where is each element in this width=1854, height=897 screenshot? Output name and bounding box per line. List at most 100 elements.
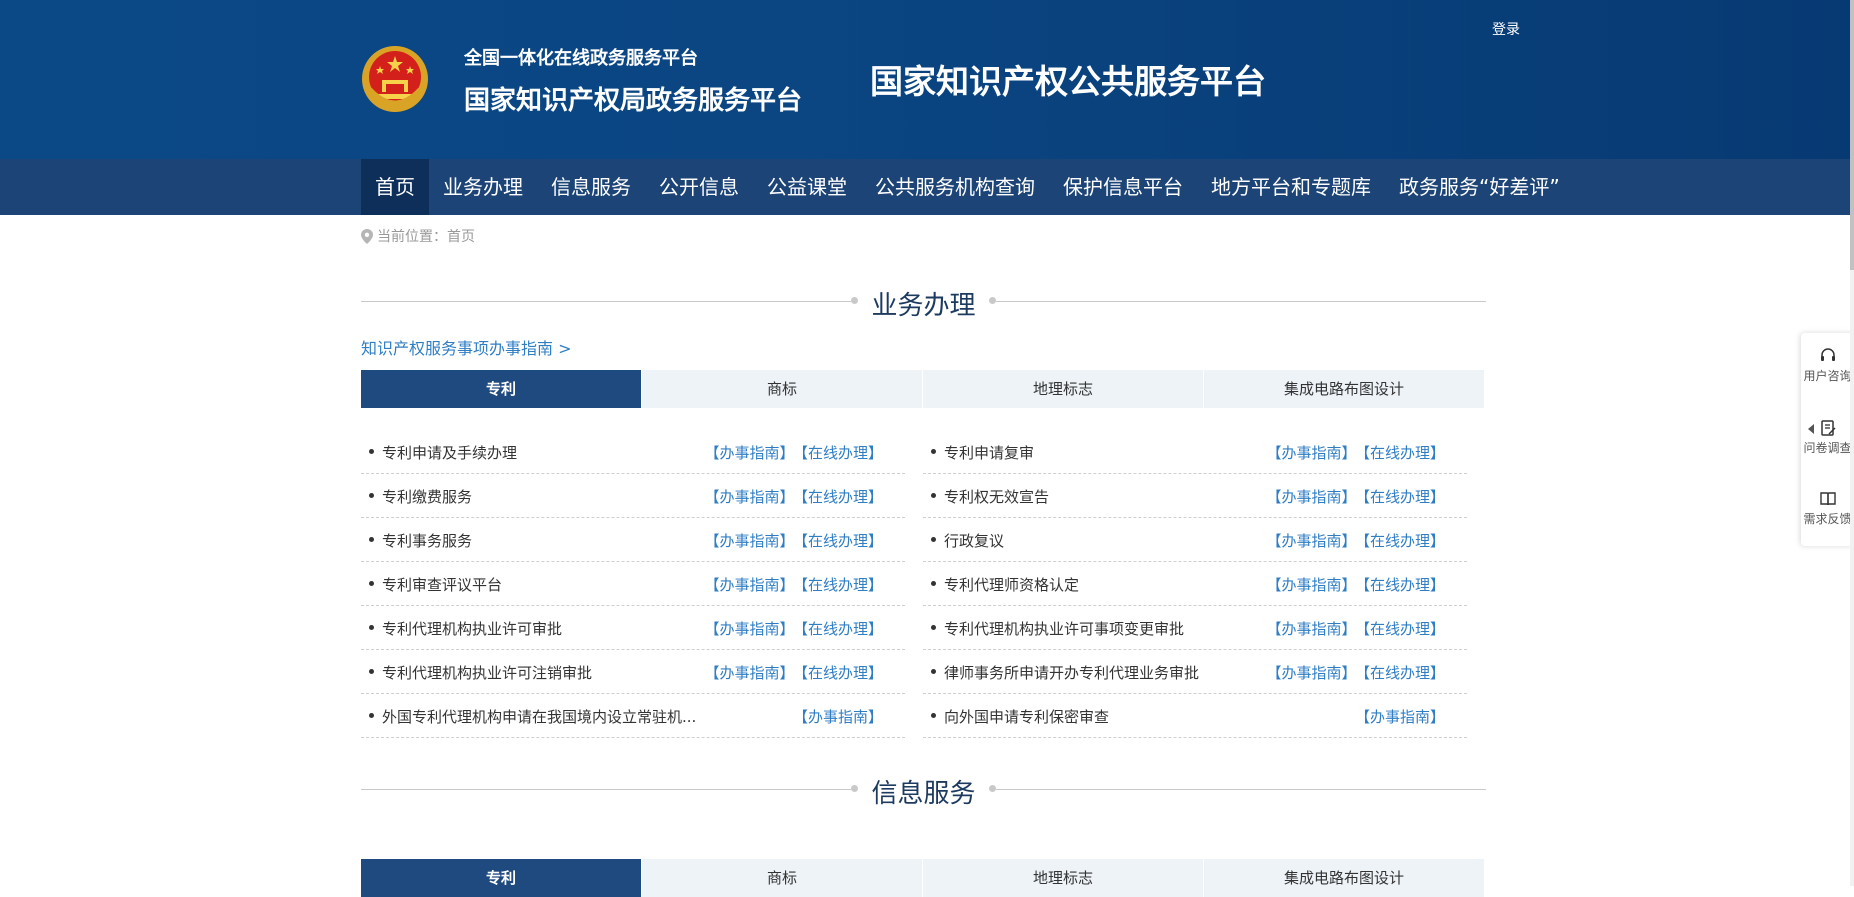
bullet: [931, 493, 936, 498]
online-link[interactable]: 【在线办理】: [1362, 532, 1445, 550]
business-list-right: 专利申请复审 【办事指南】 【在线办理】 专利权无效宣告 【办事指南】 【在线办理】…: [923, 430, 1467, 738]
tab-trademark[interactable]: 商标: [642, 370, 922, 408]
breadcrumb-text: 当前位置：首页: [377, 229, 475, 245]
bullet: [931, 581, 936, 586]
service-name[interactable]: 专利代理机构执业许可注销审批: [382, 662, 592, 683]
business-tabs: 专利 商标 地理标志 集成电路布图设计: [361, 370, 1486, 408]
info-tabs: 专利 商标 地理标志 集成电路布图设计: [361, 859, 1486, 897]
brand-subtitle: 全国一体化在线政务服务平台: [464, 48, 698, 69]
info-section-header: 信息服务: [361, 769, 1486, 809]
nav-item-protection[interactable]: 保护信息平台: [1049, 159, 1197, 215]
bullet: [931, 537, 936, 542]
nav-item-business[interactable]: 业务办理: [429, 159, 537, 215]
tab-ic-layout[interactable]: 集成电路布图设计: [1204, 859, 1484, 897]
bullet: [369, 581, 374, 586]
guide-link[interactable]: 【办事指南】: [704, 444, 794, 462]
tab-geo-indication[interactable]: 地理标志: [923, 370, 1203, 408]
bullet: [931, 669, 936, 674]
guide-link[interactable]: 【办事指南】: [793, 708, 883, 726]
tab-trademark[interactable]: 商标: [642, 859, 922, 897]
service-name[interactable]: 专利权无效宣告: [944, 486, 1049, 507]
nav-item-agency-query[interactable]: 公共服务机构查询: [861, 159, 1049, 215]
side-item-label: 需求反馈: [1803, 512, 1852, 526]
side-item-consult[interactable]: 用户咨询: [1801, 347, 1854, 384]
tab-patent[interactable]: 专利: [361, 859, 641, 897]
guide-link[interactable]: 【办事指南】: [1266, 664, 1356, 682]
guide-link[interactable]: 【办事指南】: [704, 576, 794, 594]
online-link[interactable]: 【在线办理】: [1362, 664, 1445, 682]
bullet: [931, 449, 936, 454]
online-link[interactable]: 【在线办理】: [800, 532, 883, 550]
guide-link[interactable]: 【办事指南】: [704, 488, 794, 506]
service-name[interactable]: 向外国申请专利保密审查: [944, 706, 1109, 727]
main-nav: 首页 业务办理 信息服务 公开信息 公益课堂 公共服务机构查询 保护信息平台 地…: [0, 159, 1850, 215]
survey-icon: [1820, 420, 1836, 436]
online-link[interactable]: 【在线办理】: [1362, 620, 1445, 638]
bullet: [369, 625, 374, 630]
list-item: 专利审查评议平台 【办事指南】 【在线办理】: [361, 562, 905, 606]
service-name[interactable]: 专利代理机构执业许可审批: [382, 618, 562, 639]
tab-patent[interactable]: 专利: [361, 370, 641, 408]
service-name[interactable]: 专利代理师资格认定: [944, 574, 1079, 595]
online-link[interactable]: 【在线办理】: [1362, 444, 1445, 462]
guide-link[interactable]: 【办事指南】: [1266, 444, 1356, 462]
bullet: [931, 625, 936, 630]
guide-link[interactable]: 【办事指南】: [1266, 532, 1356, 550]
guide-link[interactable]: 【办事指南】: [1355, 708, 1445, 726]
national-emblem-icon: [362, 46, 428, 112]
scrollbar-thumb[interactable]: [1850, 0, 1854, 270]
nav-item-local-platform[interactable]: 地方平台和专题库: [1197, 159, 1385, 215]
list-item: 专利权无效宣告 【办事指南】 【在线办理】: [923, 474, 1467, 518]
guide-link[interactable]: 【办事指南】: [1266, 576, 1356, 594]
service-name[interactable]: 律师事务所申请开办专利代理业务审批: [944, 662, 1199, 683]
service-name[interactable]: 外国专利代理机构申请在我国境内设立常驻机...: [382, 706, 696, 727]
list-item: 专利申请复审 【办事指南】 【在线办理】: [923, 430, 1467, 474]
guide-link[interactable]: 【办事指南】: [704, 664, 794, 682]
online-link[interactable]: 【在线办理】: [1362, 576, 1445, 594]
service-name[interactable]: 专利申请复审: [944, 442, 1034, 463]
headset-icon: [1820, 348, 1835, 361]
tab-geo-indication[interactable]: 地理标志: [923, 859, 1203, 897]
online-link[interactable]: 【在线办理】: [800, 444, 883, 462]
list-item: 专利事务服务 【办事指南】 【在线办理】: [361, 518, 905, 562]
floating-side-panel: 用户咨询 问卷调查 需求反馈: [1801, 333, 1854, 546]
list-item: 外国专利代理机构申请在我国境内设立常驻机... 【办事指南】: [361, 694, 905, 738]
guide-link[interactable]: 【办事指南】: [704, 620, 794, 638]
list-item: 专利缴费服务 【办事指南】 【在线办理】: [361, 474, 905, 518]
nav-item-public-info[interactable]: 公开信息: [645, 159, 753, 215]
list-item: 专利代理师资格认定 【办事指南】 【在线办理】: [923, 562, 1467, 606]
service-name[interactable]: 专利审查评议平台: [382, 574, 502, 595]
info-section-title: 信息服务: [871, 779, 976, 809]
tab-ic-layout[interactable]: 集成电路布图设计: [1204, 370, 1484, 408]
online-link[interactable]: 【在线办理】: [800, 664, 883, 682]
nav-item-classroom[interactable]: 公益课堂: [753, 159, 861, 215]
list-item: 专利代理机构执业许可注销审批 【办事指南】 【在线办理】: [361, 650, 905, 694]
side-item-feedback[interactable]: 需求反馈: [1801, 490, 1854, 527]
online-link[interactable]: 【在线办理】: [800, 620, 883, 638]
feedback-icon: [1819, 492, 1836, 506]
business-section-header: 业务办理: [361, 281, 1486, 321]
service-name[interactable]: 专利事务服务: [382, 530, 472, 551]
online-link[interactable]: 【在线办理】: [800, 488, 883, 506]
service-name[interactable]: 专利代理机构执业许可事项变更审批: [944, 618, 1184, 639]
nav-item-home[interactable]: 首页: [361, 159, 429, 215]
service-name[interactable]: 专利缴费服务: [382, 486, 472, 507]
guide-link[interactable]: 【办事指南】: [704, 532, 794, 550]
nav-item-rating[interactable]: 政务服务“好差评”: [1385, 159, 1574, 215]
collapse-caret-icon[interactable]: [1808, 424, 1814, 434]
nav-item-info-service[interactable]: 信息服务: [537, 159, 645, 215]
service-name[interactable]: 行政复议: [944, 530, 1004, 551]
side-item-label: 问卷调查: [1803, 441, 1852, 455]
login-link[interactable]: 登录: [1492, 19, 1520, 39]
service-name[interactable]: 专利申请及手续办理: [382, 442, 517, 463]
divider-dot-right: [989, 785, 996, 792]
bullet: [369, 449, 374, 454]
divider-right: [996, 789, 1486, 790]
list-item: 专利代理机构执业许可事项变更审批 【办事指南】 【在线办理】: [923, 606, 1467, 650]
online-link[interactable]: 【在线办理】: [1362, 488, 1445, 506]
guide-link[interactable]: 【办事指南】: [1266, 488, 1356, 506]
online-link[interactable]: 【在线办理】: [800, 576, 883, 594]
guide-link[interactable]: 【办事指南】: [1266, 620, 1356, 638]
service-guide-link[interactable]: 知识产权服务事项办事指南 >: [361, 335, 572, 359]
divider-right: [996, 301, 1486, 302]
